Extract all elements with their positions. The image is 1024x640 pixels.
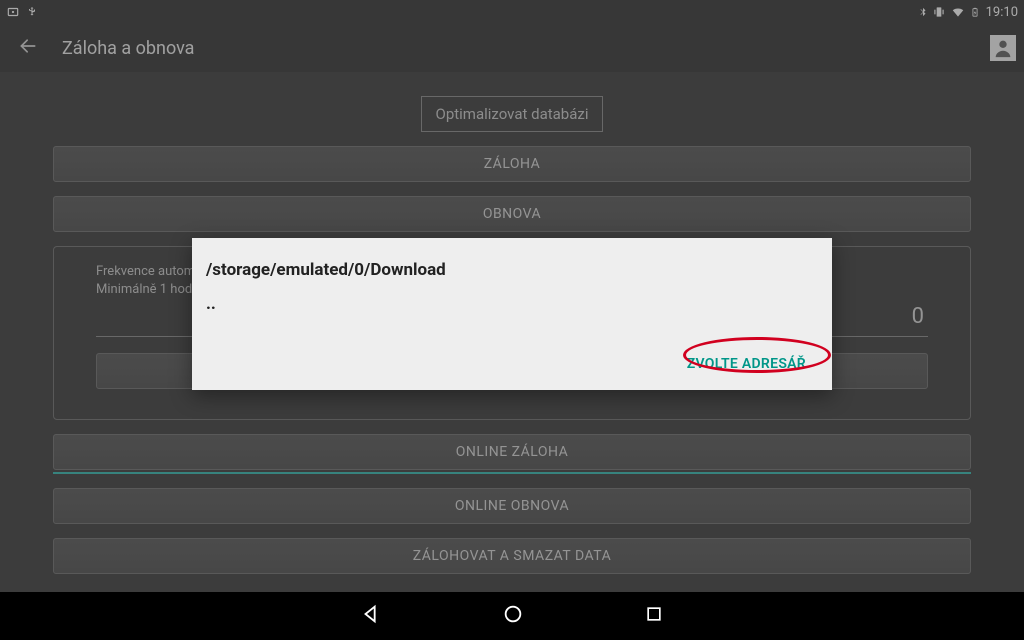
nav-bar-overlay [0, 592, 1024, 640]
nav-recent-icon[interactable] [644, 604, 664, 628]
nav-home-icon[interactable] [502, 603, 524, 629]
directory-picker-dialog: /storage/emulated/0/Download .. ZVOLTE A… [192, 238, 832, 390]
parent-dir-item[interactable]: .. [204, 284, 810, 340]
current-path: /storage/emulated/0/Download [204, 256, 810, 284]
choose-directory-button[interactable]: ZVOLTE ADRESÁŘ [683, 350, 810, 378]
dialog-actions: ZVOLTE ADRESÁŘ [204, 350, 810, 378]
nav-back-icon[interactable] [360, 603, 382, 629]
